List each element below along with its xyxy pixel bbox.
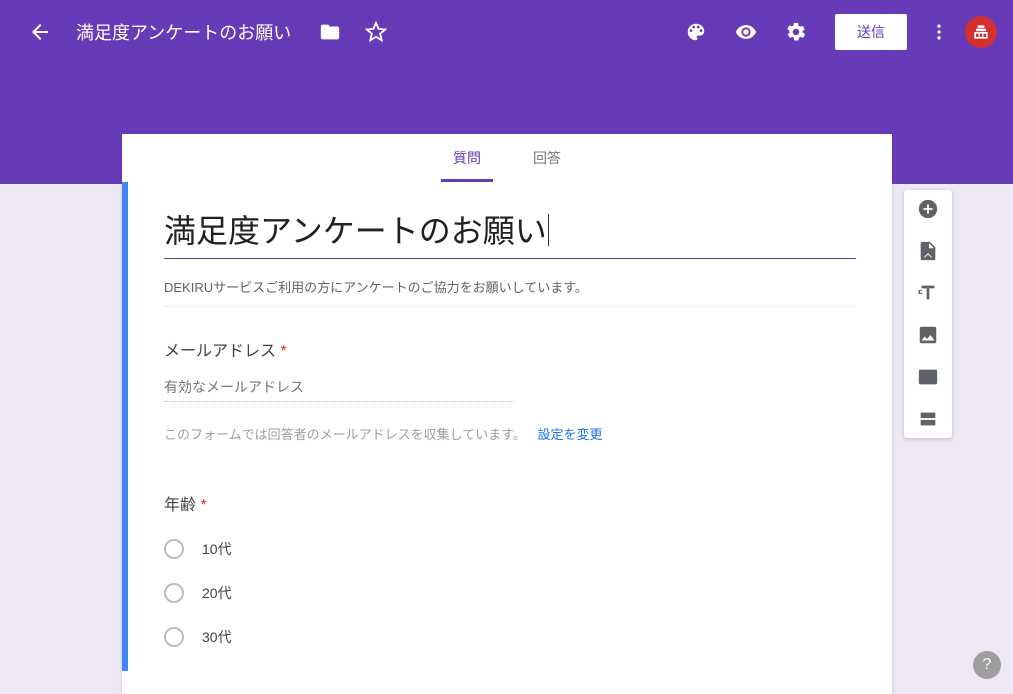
- form-title-text: 満足度アンケートのお願い: [164, 213, 547, 249]
- age-label: 年齢 *: [164, 491, 856, 515]
- add-image-icon[interactable]: [917, 324, 939, 346]
- import-questions-icon[interactable]: [917, 240, 939, 262]
- email-input[interactable]: [164, 379, 514, 402]
- document-title[interactable]: 満足度アンケートのお願い: [76, 19, 291, 45]
- form-card: 質問 回答 満足度アンケートのお願い DEKIRUサービスご利用の方にアンケート…: [122, 134, 892, 694]
- form-description[interactable]: DEKIRUサービスご利用の方にアンケートのご協力をお願いしています。: [164, 277, 856, 307]
- add-title-icon[interactable]: [917, 282, 939, 304]
- tab-responses[interactable]: 回答: [527, 134, 567, 182]
- add-video-icon[interactable]: [917, 366, 939, 388]
- radio-option-label: 30代: [202, 627, 232, 647]
- text-cursor: [548, 214, 549, 246]
- help-button[interactable]: ?: [973, 651, 1001, 679]
- star-icon[interactable]: [365, 21, 387, 43]
- radio-option-label: 10代: [202, 539, 232, 559]
- radio-circle-icon[interactable]: [164, 627, 184, 647]
- radio-option[interactable]: 10代: [164, 539, 856, 559]
- email-question: メールアドレス * このフォームでは回答者のメールアドレスを収集しています。 設…: [164, 337, 856, 443]
- radio-option[interactable]: 30代: [164, 627, 856, 647]
- form-title-input[interactable]: 満足度アンケートのお願い: [164, 206, 856, 259]
- more-vert-icon[interactable]: [929, 22, 949, 42]
- preview-icon[interactable]: [735, 21, 757, 43]
- side-toolbar: [904, 190, 952, 438]
- radio-option[interactable]: 20代: [164, 583, 856, 603]
- required-asterisk: *: [200, 497, 206, 514]
- email-collection-note: このフォームでは回答者のメールアドレスを収集しています。 設定を変更: [164, 424, 856, 443]
- send-button[interactable]: 送信: [835, 14, 907, 50]
- back-arrow-icon[interactable]: [28, 20, 52, 44]
- email-label: メールアドレス *: [164, 337, 856, 361]
- tab-questions[interactable]: 質問: [447, 134, 487, 182]
- settings-icon[interactable]: [785, 21, 807, 43]
- change-settings-link[interactable]: 設定を変更: [538, 427, 603, 442]
- form-tabs: 質問 回答: [122, 134, 892, 182]
- palette-icon[interactable]: [685, 21, 707, 43]
- add-question-icon[interactable]: [917, 198, 939, 220]
- account-avatar[interactable]: [965, 16, 997, 48]
- add-section-icon[interactable]: [917, 408, 939, 430]
- required-asterisk: *: [280, 343, 286, 360]
- age-question: 年齢 * 10代 20代 30代: [164, 491, 856, 647]
- radio-option-label: 20代: [202, 583, 232, 603]
- folder-icon[interactable]: [319, 21, 341, 43]
- radio-circle-icon[interactable]: [164, 539, 184, 559]
- radio-circle-icon[interactable]: [164, 583, 184, 603]
